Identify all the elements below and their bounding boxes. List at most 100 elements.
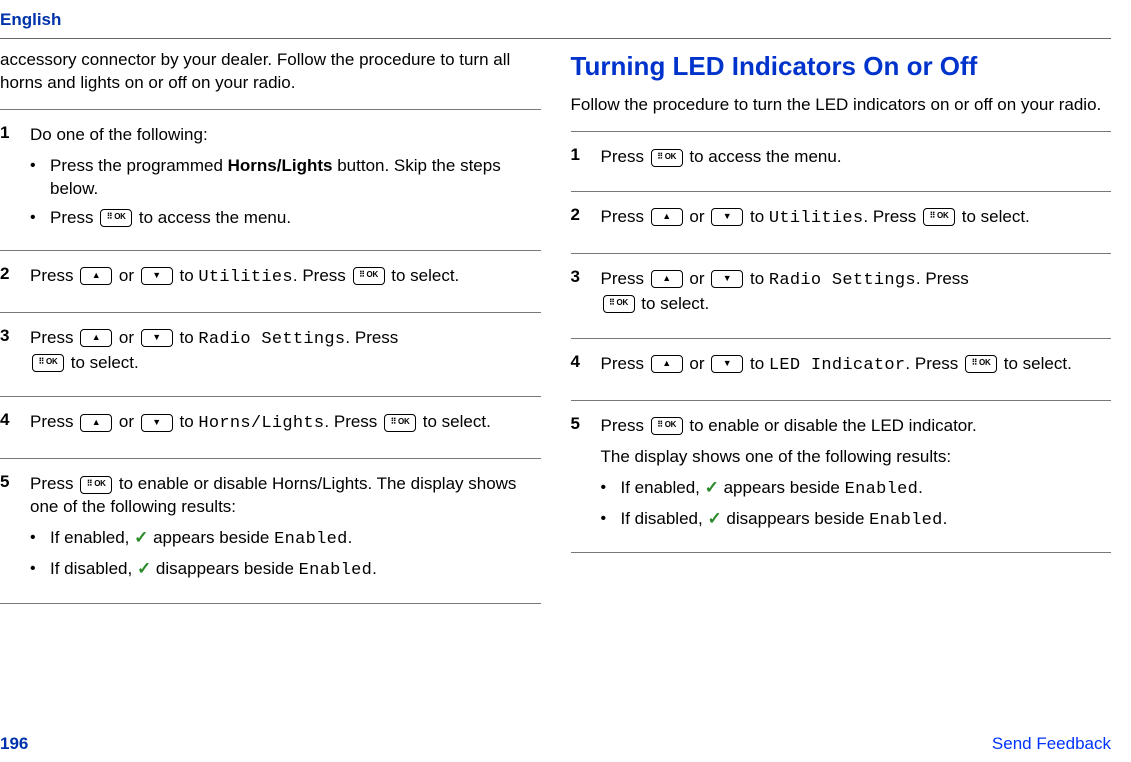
menu-enabled: Enabled [299, 561, 373, 580]
result-lead: The display shows one of the following r… [601, 446, 1112, 469]
down-button-icon [141, 329, 173, 347]
horns-lights-bold: Horns/Lights [228, 156, 333, 175]
step-number: 1 [571, 142, 601, 177]
text: to [745, 207, 769, 226]
text: to select. [999, 354, 1072, 373]
text: or [685, 354, 710, 373]
menu-enabled: Enabled [274, 530, 348, 549]
text: appears beside [148, 528, 274, 547]
text: or [685, 269, 710, 288]
text: . [943, 509, 948, 528]
text: . [918, 478, 923, 497]
text: or [114, 328, 139, 347]
step-number: 5 [0, 469, 30, 589]
ok-button-icon [651, 417, 683, 435]
text: to select. [957, 207, 1030, 226]
text: Press [30, 474, 78, 493]
right-step-1: 1 Press to access the menu. [571, 131, 1112, 192]
menu-utilities: Utilities [769, 209, 864, 228]
page-number: 196 [0, 734, 28, 754]
text: . Press [863, 207, 921, 226]
text: . Press [345, 328, 398, 347]
text: . Press [324, 412, 382, 431]
down-button-icon [141, 267, 173, 285]
step-number: 2 [571, 202, 601, 239]
text: Press [30, 328, 78, 347]
right-step-4: 4 Press or to LED Indicator. Press to se… [571, 339, 1112, 401]
right-column: Turning LED Indicators On or Off Follow … [571, 49, 1112, 604]
text: . Press [905, 354, 963, 373]
menu-radio-settings: Radio Settings [198, 330, 345, 349]
text: or [685, 207, 710, 226]
text: to access the menu. [134, 208, 291, 227]
right-step-5: 5 Press to enable or disable the LED ind… [571, 401, 1112, 554]
check-icon: ✓ [134, 528, 148, 547]
up-button-icon [651, 270, 683, 288]
check-icon: ✓ [137, 559, 151, 578]
left-step-5: 5 Press to enable or disable Horns/Light… [0, 459, 541, 604]
ok-button-icon [384, 414, 416, 432]
text: disappears beside [722, 509, 869, 528]
text: to [745, 354, 769, 373]
ok-button-icon [80, 476, 112, 494]
step-number: 4 [0, 407, 30, 444]
ok-button-icon [965, 355, 997, 373]
up-button-icon [80, 267, 112, 285]
text: to access the menu. [685, 147, 842, 166]
text: Press [30, 412, 78, 431]
menu-enabled: Enabled [869, 511, 943, 530]
down-button-icon [711, 355, 743, 373]
section-title: Turning LED Indicators On or Off [571, 49, 1112, 84]
left-column: accessory connector by your dealer. Foll… [0, 49, 541, 604]
text: disappears beside [151, 559, 298, 578]
text: or [114, 266, 139, 285]
step-number: 3 [0, 323, 30, 383]
text: If enabled, [50, 528, 134, 547]
text: Press [601, 416, 649, 435]
up-button-icon [80, 329, 112, 347]
step5-enabled: If enabled, ✓ appears beside Enabled. [601, 477, 1112, 502]
text: Press [601, 354, 649, 373]
language-header: English [0, 10, 1111, 30]
page-footer: 196 Send Feedback [0, 734, 1111, 754]
right-intro: Follow the procedure to turn the LED ind… [571, 94, 1112, 117]
step1-bullet1: Press the programmed Horns/Lights button… [30, 155, 541, 201]
text: to select. [637, 294, 710, 313]
step-number: 3 [571, 264, 601, 324]
text: . [372, 559, 377, 578]
text: to select. [66, 353, 139, 372]
text: Press [601, 147, 649, 166]
text: If disabled, [621, 509, 708, 528]
send-feedback-link[interactable]: Send Feedback [992, 734, 1111, 754]
text: appears beside [719, 478, 845, 497]
step1-bullet2: Press to access the menu. [30, 207, 541, 230]
step1-lead: Do one of the following: [30, 124, 541, 147]
step5-disabled: If disabled, ✓ disappears beside Enabled… [30, 558, 541, 583]
ok-button-icon [923, 208, 955, 226]
menu-led-indicator: LED Indicator [769, 356, 906, 375]
menu-radio-settings: Radio Settings [769, 271, 916, 290]
text: Press [601, 207, 649, 226]
right-step-2: 2 Press or to Utilities. Press to select… [571, 192, 1112, 254]
text: or [114, 412, 139, 431]
text: Press the programmed [50, 156, 228, 175]
text: Press [50, 208, 98, 227]
left-step-3: 3 Press or to Radio Settings. Press to s… [0, 313, 541, 398]
text: . Press [293, 266, 351, 285]
left-step-1: 1 Do one of the following: Press the pro… [0, 109, 541, 251]
text: . [348, 528, 353, 547]
step-number: 1 [0, 120, 30, 236]
step5-disabled: If disabled, ✓ disappears beside Enabled… [601, 508, 1112, 533]
text: Press [601, 269, 649, 288]
text: Press [30, 266, 78, 285]
left-step-2: 2 Press or to Utilities. Press to select… [0, 251, 541, 313]
text: to enable or disable the LED indicator. [685, 416, 977, 435]
up-button-icon [651, 355, 683, 373]
menu-horns-lights: Horns/Lights [198, 414, 324, 433]
down-button-icon [711, 270, 743, 288]
text: to [175, 328, 199, 347]
ok-button-icon [651, 149, 683, 167]
down-button-icon [141, 414, 173, 432]
left-intro: accessory connector by your dealer. Foll… [0, 49, 541, 95]
up-button-icon [651, 208, 683, 226]
